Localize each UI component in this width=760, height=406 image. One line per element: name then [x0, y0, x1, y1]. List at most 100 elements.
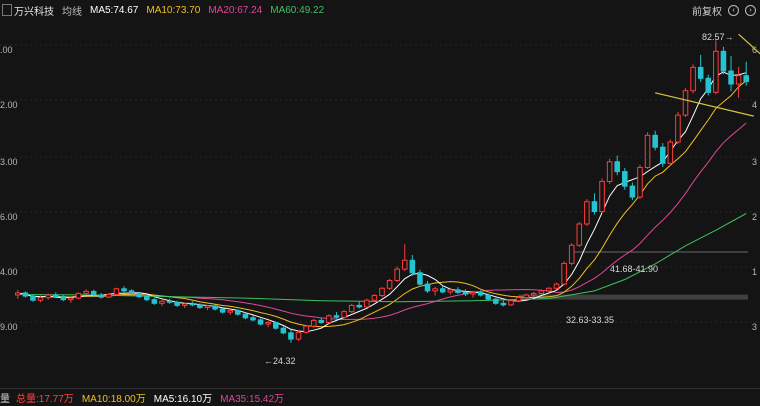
candle-body: [720, 50, 727, 72]
candle-body: [371, 295, 378, 301]
price-chart[interactable]: [0, 20, 760, 385]
chevron-left-icon[interactable]: ‹: [728, 4, 739, 16]
ma10-value: MA10:73.70: [146, 4, 201, 16]
candle-body: [493, 298, 499, 304]
candle-body: [288, 332, 294, 340]
candle-body: [151, 299, 158, 304]
candle-body: [515, 297, 522, 302]
level-band: [518, 294, 748, 300]
volume-ma5: MA5:16.10万: [153, 394, 213, 405]
chart-mode[interactable]: 均线: [62, 3, 82, 18]
candle-body: [424, 283, 431, 292]
high-annotation: 82.57→: [702, 32, 734, 42]
candle-body: [341, 311, 347, 318]
chart-header: 万兴科技 均线 MA5:74.67 MA10:73.70 MA20:67.24 …: [0, 0, 760, 20]
candle-body: [15, 292, 21, 296]
candle-body: [265, 321, 271, 325]
candle-body: [68, 297, 74, 301]
candle-body: [538, 290, 545, 294]
total-volume: 总量:17.77万: [16, 394, 74, 405]
chevron-right-icon[interactable]: ›: [745, 4, 756, 16]
candle-body: [242, 313, 249, 319]
candle-body: [477, 291, 484, 296]
candle-body: [379, 287, 385, 297]
candle-body: [690, 66, 696, 92]
trend-line: [738, 33, 760, 55]
candle-body: [386, 279, 393, 289]
candle-body: [22, 292, 29, 297]
candle-body: [697, 66, 704, 79]
candle-body: [181, 303, 188, 306]
candle-body: [644, 134, 651, 168]
range-annotation: 32.63-33.35: [566, 315, 615, 325]
candle-body: [622, 171, 628, 187]
candle-body: [439, 288, 446, 293]
adjust-mode-button[interactable]: 前复权: [692, 3, 722, 18]
candle-body: [174, 301, 180, 306]
candle-body: [272, 321, 279, 329]
candle-body: [280, 327, 287, 334]
candle-body: [318, 319, 325, 323]
candle-body: [546, 287, 552, 292]
candle-body: [735, 75, 742, 85]
candle-body: [83, 290, 89, 294]
candle-body: [348, 304, 355, 313]
candle-body: [599, 180, 605, 213]
candle-body: [576, 223, 583, 246]
candle-body: [166, 300, 173, 303]
ma20-value: MA20:67.24: [208, 4, 263, 16]
ma60-value: MA60:49.22: [270, 4, 325, 16]
candle-body: [629, 185, 636, 198]
ma5-value: MA5:74.67: [90, 4, 139, 16]
volume-ma35: MA35:15.42万: [220, 394, 285, 405]
candle-body: [500, 302, 507, 306]
candle-body: [250, 317, 256, 321]
candle-body: [584, 201, 590, 225]
candle-body: [591, 201, 598, 213]
low-annotation: ←24.32: [264, 356, 296, 366]
stock-name[interactable]: 万兴科技: [14, 3, 54, 18]
candle-body: [530, 292, 537, 296]
candle-body: [128, 290, 135, 294]
candle-body: [470, 291, 476, 295]
candle-body: [212, 305, 218, 310]
candle-body: [159, 300, 165, 304]
candle-body: [682, 90, 689, 116]
volume-ma10: MA10:18.00万: [81, 394, 146, 405]
candle-body: [523, 294, 529, 299]
candle-body: [462, 291, 469, 295]
candle-body: [106, 293, 112, 298]
candle-body: [485, 294, 492, 300]
candle-body: [30, 295, 36, 301]
candle-body: [52, 294, 59, 298]
candle-body: [60, 296, 67, 301]
header-controls: 前复权 ‹ ›: [692, 0, 756, 20]
candle-body: [98, 294, 105, 298]
volume-label: 量: [0, 394, 10, 405]
candle-body: [189, 303, 196, 306]
candle-body: [728, 70, 734, 85]
candle-body: [356, 304, 363, 308]
candle-body: [303, 325, 309, 333]
candle-body: [614, 161, 620, 173]
candle-body: [652, 134, 658, 148]
candle-body: [310, 319, 317, 327]
stock-selector-icon[interactable]: [2, 4, 12, 16]
candle-body: [401, 259, 408, 270]
candle-body: [235, 310, 241, 315]
candle-body: [219, 308, 226, 313]
candle-body: [508, 300, 514, 306]
volume-header: 量 总量:17.77万 MA10:18.00万 MA5:16.10万 MA35:…: [0, 388, 760, 406]
candle-body: [204, 305, 211, 308]
candle-body: [606, 161, 613, 182]
candle-body: [637, 166, 643, 198]
candle-body: [667, 141, 674, 164]
candle-body: [364, 299, 370, 308]
range-annotation: 41.68-41.90: [610, 264, 659, 274]
candle-body: [45, 294, 51, 299]
candle-body: [136, 292, 142, 298]
candle-body: [37, 297, 44, 301]
candle-body: [113, 288, 120, 295]
candle-body: [75, 292, 82, 299]
candle-body: [394, 268, 400, 281]
